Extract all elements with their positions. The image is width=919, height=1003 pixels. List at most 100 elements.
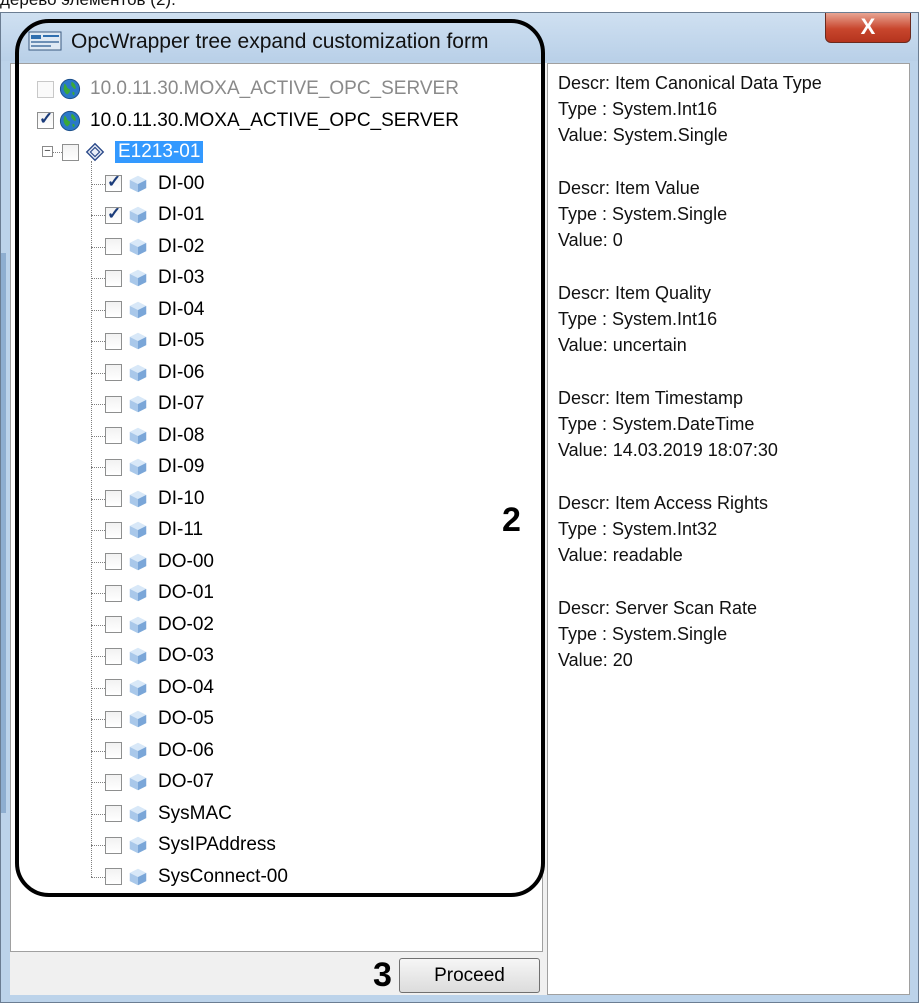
opc-tree-view[interactable]: 10.0.11.30.MOXA_ACTIVE_OPC_SERVER ✓ 10.0.1… [10, 63, 543, 952]
tree-node-label: DO-06 [158, 739, 214, 761]
globe-icon [59, 78, 81, 100]
checkmark-icon: ✓ [107, 172, 122, 191]
item-checkbox[interactable] [105, 805, 122, 822]
tree-item-node[interactable]: ✓ DI-00 [105, 168, 204, 200]
tree-item-node[interactable]: DI-08 [105, 420, 204, 452]
tree-item-node[interactable]: DI-09 [105, 451, 204, 483]
tree-connector [91, 624, 105, 626]
tree-item-node[interactable]: DI-05 [105, 325, 204, 357]
item-checkbox[interactable] [105, 332, 122, 350]
tree-item-node[interactable]: SysIPAddress [105, 829, 276, 861]
tree-item-node[interactable]: DI-03 [105, 262, 204, 294]
item-checkbox[interactable] [105, 836, 122, 854]
tree-item-node[interactable]: DO-04 [105, 672, 214, 704]
tree-server-node[interactable]: 10.0.11.30.MOXA_ACTIVE_OPC_SERVER [37, 73, 459, 105]
tree-node-label: DI-08 [158, 424, 205, 446]
tree-connector [91, 687, 105, 689]
item-checkbox[interactable] [105, 301, 122, 318]
tree-item-node[interactable]: DO-02 [105, 609, 214, 641]
cube-icon [129, 553, 147, 570]
tree-node-label: DI-01 [158, 204, 205, 225]
close-button[interactable]: X [825, 13, 911, 43]
tree-node-label: 10.0.11.30.MOXA_ACTIVE_OPC_SERVER [90, 78, 459, 99]
property-descr: Descr: Item Canonical Data Type [558, 73, 822, 93]
tree-connector [91, 278, 105, 279]
item-properties-panel: Descr: Item Canonical Data Type Type : Sy… [547, 63, 910, 995]
item-checkbox[interactable] [105, 647, 122, 665]
item-checkbox[interactable]: ✓ [105, 204, 122, 224]
tree-item-node[interactable]: DO-05 [105, 703, 214, 735]
tree-node-label: DO-07 [158, 771, 214, 792]
tree-item-node[interactable]: DO-07 [105, 766, 214, 798]
item-checkbox[interactable] [105, 269, 122, 287]
item-checkbox[interactable] [105, 868, 122, 885]
tree-item-node[interactable]: DI-10 [105, 483, 204, 515]
item-checkbox[interactable] [37, 80, 54, 98]
tree-connector [91, 813, 105, 815]
item-checkbox[interactable]: ✓ [37, 109, 54, 129]
property-type: Type : System.Int16 [558, 99, 718, 119]
item-checkbox[interactable] [105, 742, 122, 759]
tree-node-label: DO-05 [158, 708, 214, 729]
tree-connector [91, 656, 105, 657]
cube-icon [129, 647, 147, 665]
property-value: Value: 0 [558, 230, 623, 250]
tree-node-label: SysIPAddress [158, 834, 276, 855]
tree-item-node[interactable]: DI-07 [105, 388, 204, 420]
tree-item-node[interactable]: DO-00 [105, 546, 214, 578]
tree-connector [91, 561, 105, 563]
tree-item-node[interactable]: DI-02 [105, 231, 204, 263]
item-checkbox[interactable] [105, 773, 122, 791]
cube-icon [129, 238, 147, 255]
item-checkbox[interactable] [62, 143, 79, 161]
tree-item-node[interactable]: SysMAC [105, 798, 232, 830]
tree-connector [91, 372, 105, 374]
tree-node-label: DI-09 [158, 456, 205, 477]
tree-node-label: DO-02 [158, 613, 214, 635]
cube-icon [129, 269, 147, 287]
cube-icon [129, 773, 147, 791]
tree-server-node[interactable]: ✓ 10.0.11.30.MOXA_ACTIVE_OPC_SERVER [37, 105, 459, 137]
item-checkbox[interactable] [105, 679, 122, 696]
property-block: Descr: Item Quality Type : System.Int16 Va… [558, 280, 717, 358]
tree-item-node[interactable]: ✓ DI-01 [105, 199, 204, 231]
item-checkbox[interactable] [105, 710, 122, 728]
tree-node-label: DO-01 [158, 582, 214, 603]
tree-item-node[interactable]: DI-11 [105, 514, 203, 546]
proceed-button[interactable]: Proceed [399, 958, 540, 993]
cube-icon [129, 521, 147, 539]
tree-item-node[interactable]: DO-01 [105, 577, 214, 609]
item-checkbox[interactable] [105, 364, 122, 381]
property-descr: Descr: Item Value [558, 178, 700, 198]
item-checkbox[interactable] [105, 427, 122, 444]
property-type: Type : System.Single [558, 624, 728, 644]
item-checkbox[interactable] [105, 616, 122, 633]
tree-connector [91, 161, 92, 877]
tree-group-node[interactable]: E1213-01 [62, 136, 204, 168]
item-checkbox[interactable]: ✓ [105, 172, 122, 192]
item-checkbox[interactable] [105, 490, 122, 507]
item-checkbox[interactable] [105, 584, 122, 602]
tree-item-node[interactable]: SysConnect-00 [105, 861, 288, 893]
tree-node-label: 10.0.11.30.MOXA_ACTIVE_OPC_SERVER [90, 109, 459, 131]
property-block: Descr: Item Canonical Data Type Type : Sy… [558, 70, 822, 148]
item-checkbox[interactable] [105, 521, 122, 539]
group-diamond-icon [85, 142, 105, 162]
tree-node-label: SysConnect-00 [158, 865, 288, 887]
cube-icon [129, 364, 147, 381]
cube-icon [129, 742, 147, 759]
item-checkbox[interactable] [105, 458, 122, 476]
collapse-toggle[interactable]: − [42, 146, 53, 157]
tree-node-label: DO-00 [158, 550, 214, 572]
tree-item-node[interactable]: DO-03 [105, 640, 214, 672]
item-checkbox[interactable] [105, 395, 122, 413]
tree-connector [91, 215, 105, 216]
tree-item-node[interactable]: DI-04 [105, 294, 204, 326]
item-checkbox[interactable] [105, 553, 122, 570]
opc-wrapper-window: OpcWrapper tree expand customization for… [0, 12, 919, 1003]
tree-item-node[interactable]: DI-06 [105, 357, 204, 389]
tree-item-node[interactable]: DO-06 [105, 735, 214, 767]
cube-icon [129, 868, 147, 885]
item-checkbox[interactable] [105, 238, 122, 255]
tree-connector [91, 435, 105, 437]
